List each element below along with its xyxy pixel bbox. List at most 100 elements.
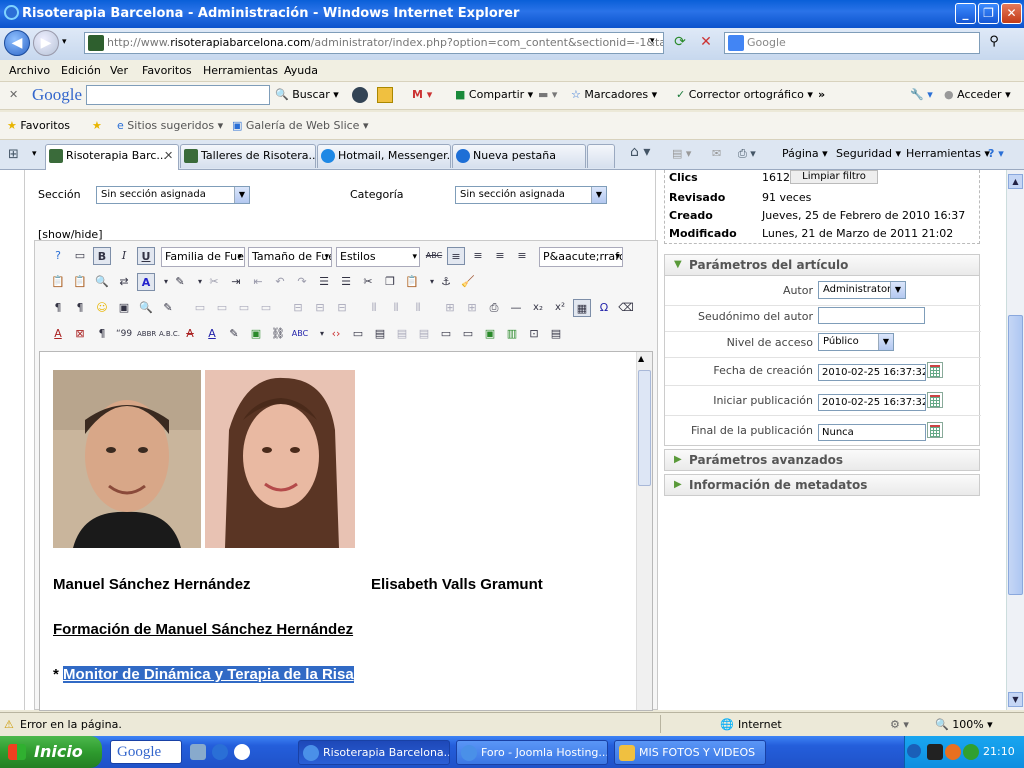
tray-expand-icon[interactable] [907, 744, 921, 758]
menu-ver[interactable]: Ver [110, 64, 128, 77]
source-icon[interactable]: ▤ [547, 325, 565, 343]
col-after-icon[interactable]: ⫴ [387, 299, 405, 317]
rtl-icon[interactable]: ¶ [71, 299, 89, 317]
calendar-icon[interactable] [927, 422, 943, 438]
menu-archivo[interactable]: Archivo [9, 64, 50, 77]
autor-select[interactable]: Administrator ▼ [818, 281, 906, 299]
corrector-button[interactable]: ✓ Corrector ortográfico ▾ [676, 88, 813, 101]
film-icon[interactable]: ▥ [503, 325, 521, 343]
table-icon[interactable]: ▦ [573, 299, 591, 317]
limpiar-filtro-button[interactable]: Limpiar filtro [790, 170, 878, 184]
stop-icon[interactable]: ✕ [696, 34, 716, 54]
move-backward-icon[interactable]: ▭ [235, 299, 253, 317]
replace-icon[interactable]: ⇄ [115, 273, 133, 291]
abbr-icon[interactable]: ABBR [137, 325, 156, 343]
parametros-articulo-header[interactable]: ▼ Parámetros del artículo [664, 254, 980, 276]
news-icon[interactable] [377, 87, 393, 103]
paste-word-icon[interactable]: 📋 [403, 273, 421, 291]
insert-layer2-icon[interactable]: ▭ [459, 325, 477, 343]
favoritos-button[interactable]: ★ Favoritos [7, 119, 70, 132]
remove-format-icon[interactable]: A [49, 325, 67, 343]
calendar-icon[interactable] [927, 362, 943, 378]
error-text[interactable]: Error en la página. [20, 718, 122, 731]
code-icon[interactable]: ‹› [327, 325, 345, 343]
media-icon[interactable]: ▣ [115, 299, 133, 317]
metadatos-header[interactable]: ▶ Información de metadatos [664, 474, 980, 496]
minimize-button[interactable]: _ [955, 3, 976, 24]
seudonimo-input[interactable] [818, 307, 925, 324]
tab-hotmail[interactable]: Hotmail, Messenger... [317, 144, 451, 168]
insert-date-icon[interactable]: ▤ [415, 325, 433, 343]
close-toolbar-icon[interactable]: ✕ [9, 88, 18, 101]
insert-file-icon[interactable]: ▤ [393, 325, 411, 343]
template-icon[interactable]: ▤ [371, 325, 389, 343]
quick-tabs-icon[interactable]: ⊞ [8, 147, 19, 162]
maximize-button[interactable]: ❐ [978, 3, 999, 24]
final-input[interactable]: Nunca [818, 424, 926, 441]
form-icon[interactable]: ▭ [437, 325, 455, 343]
highlight-color-icon[interactable]: ✎ [171, 273, 189, 291]
align-right-icon[interactable]: ≡ [513, 247, 531, 265]
buscar-button[interactable]: 🔍 Buscar ▾ [275, 88, 339, 101]
page-break-icon[interactable]: ▭ [349, 325, 367, 343]
address-dropdown-icon[interactable]: ▾ [650, 36, 655, 46]
taskbar-item-risoterapia[interactable]: Risoterapia Barcelona... [298, 740, 450, 765]
sidewiki-icon[interactable]: ▬ ▾ [538, 88, 557, 101]
ie-quicklaunch-icon[interactable] [212, 744, 228, 760]
image-manager-icon[interactable]: ▣ [481, 325, 499, 343]
attributes-icon[interactable]: ✎ [225, 325, 243, 343]
google-deskbar[interactable]: Google [110, 740, 182, 764]
forward-button[interactable]: ▶ [33, 30, 59, 56]
horizontal-rule-icon[interactable]: — [507, 299, 525, 317]
special-char-icon[interactable]: Ω [595, 299, 613, 317]
blockquote-icon[interactable]: “99 [115, 325, 133, 343]
outdent-icon[interactable]: ⇤ [249, 273, 267, 291]
quicklaunch-icon[interactable] [190, 744, 206, 760]
new-tab-button[interactable] [587, 144, 615, 168]
strikethrough-icon[interactable]: ABC [425, 247, 443, 265]
unordered-list-icon[interactable]: ☰ [337, 273, 355, 291]
zoom-control[interactable]: 🔍 100% ▾ [935, 718, 993, 731]
editor-content-area[interactable]: Manuel Sánchez Hernández Elisabeth Valls… [39, 351, 653, 711]
new-document-icon[interactable]: ▭ [71, 247, 89, 265]
paste-text-icon[interactable]: 📋 [71, 273, 89, 291]
start-button[interactable]: Inicio [0, 736, 102, 768]
image-icon[interactable]: ▣ [247, 325, 265, 343]
scroll-thumb[interactable] [1008, 315, 1023, 595]
scroll-up-icon[interactable]: ▲ [1008, 174, 1023, 189]
taskbar-item-foro[interactable]: Foro - Joomla Hosting... [456, 740, 608, 765]
fecha-input[interactable]: 2010-02-25 16:37:32 [818, 364, 926, 381]
nivel-select[interactable]: Público ▼ [818, 333, 894, 351]
italic-icon[interactable]: I [115, 247, 133, 265]
ltr-icon[interactable]: ¶ [49, 299, 67, 317]
wrench-icon[interactable]: 🔧 ▾ [910, 88, 933, 101]
feeds-icon[interactable]: ▤ ▾ [672, 147, 691, 160]
font-color-icon[interactable]: A [137, 273, 155, 291]
help-editor-icon[interactable]: ? [49, 247, 67, 265]
home-icon[interactable]: ⌂ ▾ [630, 144, 650, 160]
menu-favoritos[interactable]: Favoritos [142, 64, 192, 77]
parametros-avanzados-header[interactable]: ▶ Parámetros avanzados [664, 449, 980, 471]
anchor-icon[interactable]: ⚓ [437, 273, 455, 291]
spellcheck-icon[interactable]: ABC [291, 325, 309, 343]
editor-scrollbar[interactable]: ▲ [636, 352, 652, 710]
font-size-select[interactable]: Tamaño de Fue [248, 247, 332, 267]
move-forward-icon[interactable]: ▭ [213, 299, 231, 317]
emoticon-icon[interactable]: ☺ [93, 299, 111, 317]
pagina-menu[interactable]: Página ▾ [782, 147, 828, 160]
categoria-select[interactable]: Sin sección asignada ▼ [455, 186, 607, 204]
ordered-list-icon[interactable]: ☰ [315, 273, 333, 291]
taskbar-item-fotos[interactable]: MIS FOTOS Y VIDEOS [614, 740, 766, 765]
unlink-icon[interactable]: ✂ [205, 273, 223, 291]
row-after-icon[interactable]: ⊟ [311, 299, 329, 317]
show-invisible-icon[interactable]: ¶ [93, 325, 111, 343]
tray-messenger-icon[interactable] [963, 744, 979, 760]
delete-text-icon[interactable]: A [181, 325, 199, 343]
protected-mode-icon[interactable]: ⚙ ▾ [890, 718, 909, 731]
edit-image-icon[interactable]: ✎ [159, 299, 177, 317]
page-scrollbar[interactable]: ▲ ▼ [1006, 170, 1024, 710]
globe-icon[interactable] [352, 87, 368, 103]
bold-icon[interactable]: B [93, 247, 111, 265]
font-family-select[interactable]: Familia de Fuer [161, 247, 245, 267]
copy-icon[interactable]: ❐ [381, 273, 399, 291]
